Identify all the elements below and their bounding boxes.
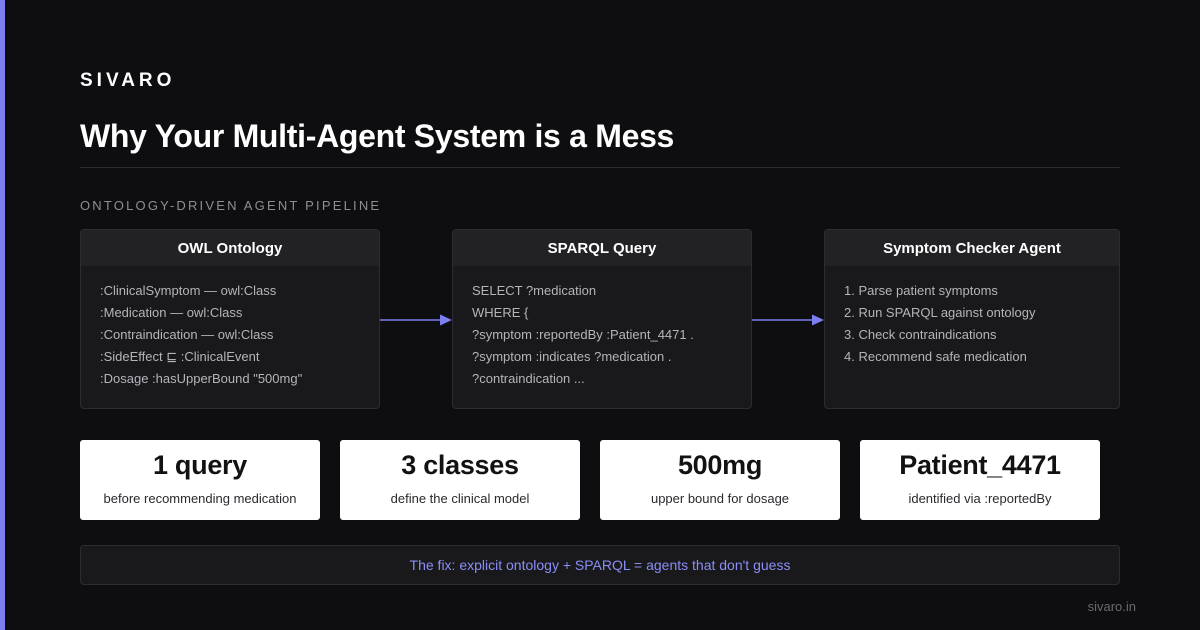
panel-symptom-checker-agent: Symptom Checker Agent 1. Parse patient s… bbox=[824, 229, 1120, 409]
panel-lines: :ClinicalSymptom — owl:Class :Medication… bbox=[81, 266, 379, 390]
stat-value: 500mg bbox=[677, 450, 763, 480]
stat-card-dosage: 500mg upper bound for dosage bbox=[600, 440, 840, 520]
panel-line: ?contraindication ... bbox=[472, 371, 585, 386]
panel-line: :ClinicalSymptom — owl:Class bbox=[100, 283, 277, 298]
stat-card-patient: Patient_4471 identified via :reportedBy bbox=[860, 440, 1100, 520]
footer-url: sivaro.in bbox=[1087, 599, 1136, 614]
title-divider bbox=[80, 167, 1120, 168]
stat-card-query: 1 query before recommending medication bbox=[80, 440, 320, 520]
stat-caption: upper bound for dosage bbox=[650, 491, 790, 506]
panel-line: SELECT ?medication bbox=[472, 283, 597, 298]
panel-sparql-query: SPARQL Query SELECT ?medication WHERE { … bbox=[452, 229, 752, 409]
panel-line: ?symptom :reportedBy :Patient_4471 . bbox=[472, 327, 694, 342]
panel-line: 4. Recommend safe medication bbox=[844, 349, 1027, 364]
panel-line: 2. Run SPARQL against ontology bbox=[844, 305, 1036, 320]
panel-line: :Dosage :hasUpperBound "500mg" bbox=[100, 371, 303, 386]
stat-caption: before recommending medication bbox=[103, 491, 297, 506]
stat-caption: define the clinical model bbox=[390, 491, 530, 506]
stat-card-classes: 3 classes define the clinical model bbox=[340, 440, 580, 520]
stat-caption: identified via :reportedBy bbox=[908, 491, 1052, 506]
panel-line: WHERE { bbox=[472, 305, 529, 320]
panel-title: OWL Ontology bbox=[81, 230, 379, 266]
section-label: ONTOLOGY-DRIVEN AGENT PIPELINE bbox=[80, 198, 382, 213]
panel-lines: 1. Parse patient symptoms 2. Run SPARQL … bbox=[825, 266, 1119, 368]
panel-line: :SideEffect ⊑ :ClinicalEvent bbox=[100, 349, 260, 364]
stat-value: 1 query bbox=[153, 450, 247, 480]
panel-line: 3. Check contraindications bbox=[844, 327, 997, 342]
arrow-right-icon bbox=[380, 314, 452, 326]
arrow-right-icon bbox=[752, 314, 824, 326]
panel-title: Symptom Checker Agent bbox=[825, 230, 1119, 266]
panel-line: :Medication — owl:Class bbox=[100, 305, 243, 320]
panel-lines: SELECT ?medication WHERE { ?symptom :rep… bbox=[453, 266, 751, 390]
left-accent-bar bbox=[0, 0, 5, 630]
panel-line: 1. Parse patient symptoms bbox=[844, 283, 998, 298]
panel-line: :Contraindication — owl:Class bbox=[100, 327, 274, 342]
brand-logo-text: SIVARO bbox=[80, 70, 176, 91]
panel-line: ?symptom :indicates ?medication . bbox=[472, 349, 672, 364]
page-title: Why Your Multi-Agent System is a Mess bbox=[80, 118, 675, 154]
panel-title: SPARQL Query bbox=[453, 230, 751, 266]
panel-owl-ontology: OWL Ontology :ClinicalSymptom — owl:Clas… bbox=[80, 229, 380, 409]
stat-value: 3 classes bbox=[401, 450, 519, 480]
stat-value: Patient_4471 bbox=[899, 450, 1061, 480]
fix-banner: The fix: explicit ontology + SPARQL = ag… bbox=[80, 545, 1120, 585]
